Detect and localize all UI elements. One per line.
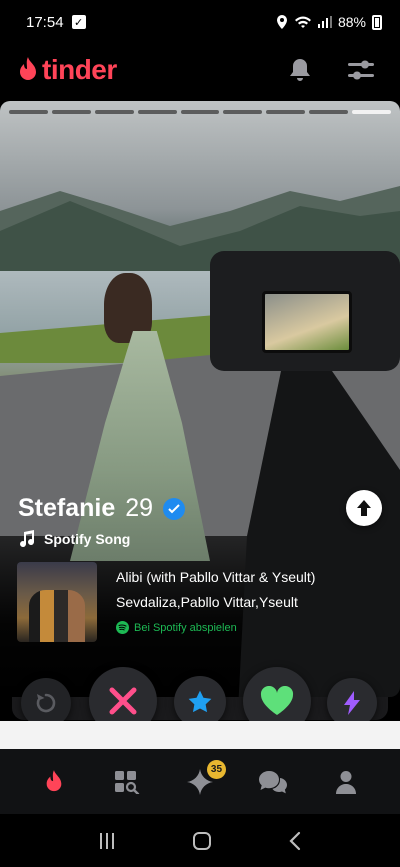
recents-icon[interactable] xyxy=(98,832,116,850)
bell-icon[interactable] xyxy=(288,57,312,83)
nav-messages[interactable] xyxy=(253,762,293,802)
photo-progress xyxy=(9,110,392,114)
back-icon[interactable] xyxy=(288,831,302,851)
nav-home[interactable] xyxy=(34,762,74,802)
heart-icon xyxy=(260,686,294,715)
home-icon[interactable] xyxy=(192,831,212,851)
explore-icon xyxy=(115,770,140,794)
star-icon xyxy=(188,690,212,713)
battery-icon xyxy=(372,14,382,30)
filter-icon[interactable] xyxy=(348,58,374,82)
album-art[interactable] xyxy=(17,562,97,642)
photo-progress-segment[interactable] xyxy=(352,110,392,114)
photo-progress-segment[interactable] xyxy=(51,110,91,114)
wifi-icon xyxy=(294,16,311,28)
spotify-icon xyxy=(116,621,129,634)
photo-progress-segment[interactable] xyxy=(309,110,349,114)
location-icon xyxy=(276,15,287,29)
rewind-icon xyxy=(36,693,56,713)
flame-icon xyxy=(47,769,62,791)
photo-progress-segment[interactable] xyxy=(9,110,48,114)
profile-name: Stefanie xyxy=(18,494,116,522)
nav-explore[interactable] xyxy=(107,762,147,802)
spotify-song-label: Spotify Song xyxy=(18,530,130,548)
photo-progress-segment[interactable] xyxy=(223,110,263,114)
divider-band xyxy=(0,721,400,749)
photo-progress-segment[interactable] xyxy=(266,110,306,114)
track-artists: Sevdaliza,Pabllo Vittar,Yseult xyxy=(116,594,298,610)
photo-progress-segment[interactable] xyxy=(137,110,177,114)
status-bar: 17:54 ✓ 88% xyxy=(0,0,400,44)
spotify-play-label: Bei Spotify abspielen xyxy=(134,621,237,634)
app-name: tinder xyxy=(42,54,117,85)
profile-age: 29 xyxy=(125,494,154,522)
gold-count-badge: 35 xyxy=(206,759,226,779)
bottom-nav: 35 xyxy=(0,749,400,814)
spotify-play-link[interactable]: Bei Spotify abspielen xyxy=(116,621,237,634)
tinder-logo[interactable]: tinder xyxy=(16,54,117,86)
profile-name-row: Stefanie 29 xyxy=(18,494,186,523)
open-profile-button[interactable] xyxy=(346,490,382,526)
track-title: Alibi (with Pabllo Vittar & Yseult) xyxy=(116,569,316,585)
x-icon xyxy=(109,687,137,715)
nav-gold[interactable]: 35 xyxy=(180,759,226,802)
signal-icon xyxy=(317,16,332,28)
arrow-up-icon xyxy=(357,500,371,516)
chat-icon xyxy=(258,770,287,793)
clock: 17:54 xyxy=(26,13,64,31)
photo-progress-segment[interactable] xyxy=(180,110,220,114)
profile-card[interactable]: Stefanie 29 Spotify Song Alibi (with Pab… xyxy=(0,101,400,697)
app-header: tinder xyxy=(0,44,400,96)
lightning-icon xyxy=(344,691,360,715)
photo-progress-segment[interactable] xyxy=(94,110,134,114)
nav-profile[interactable] xyxy=(326,762,366,802)
profile-icon xyxy=(335,770,356,794)
song-section-label: Spotify Song xyxy=(44,531,131,547)
notification-icon: ✓ xyxy=(71,15,86,29)
battery-percent: 88% xyxy=(337,14,366,30)
music-note-icon xyxy=(20,530,35,548)
verified-badge-icon[interactable] xyxy=(163,497,186,520)
flame-logo-icon xyxy=(20,57,36,80)
photo-camera-screen xyxy=(262,291,352,353)
system-nav-bar xyxy=(0,814,400,867)
